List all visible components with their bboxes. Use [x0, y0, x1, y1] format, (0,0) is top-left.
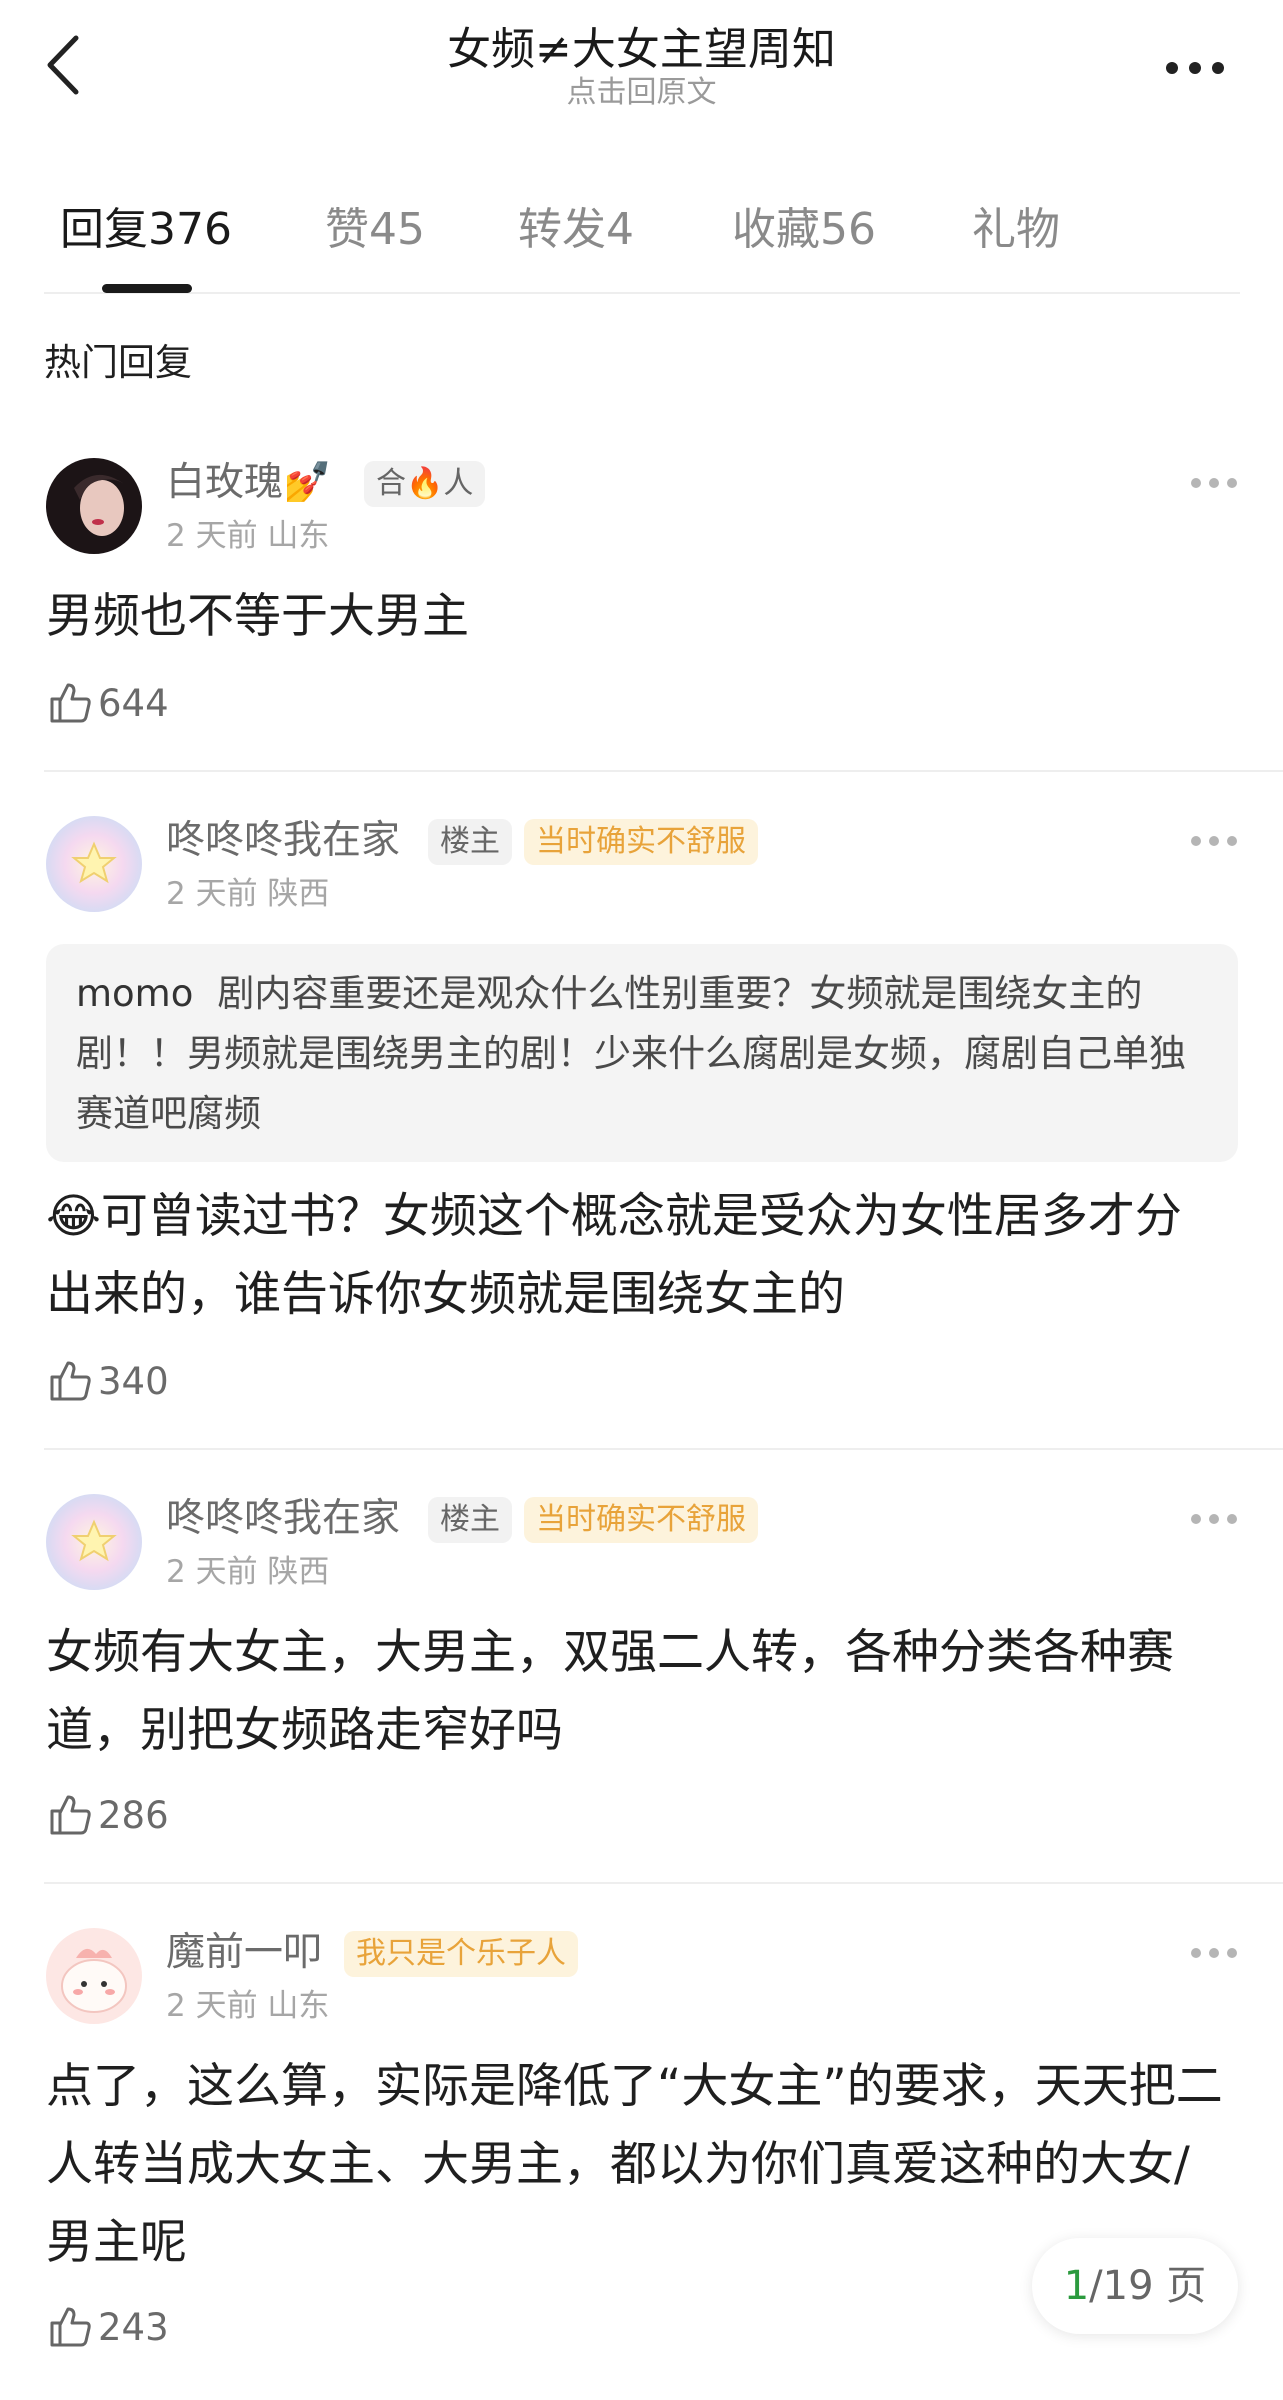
quoted-content: 剧内容重要还是观众什么性别重要？女频就是围绕女主的剧！！男频就是围绕男主的剧！少… [76, 972, 1186, 1135]
username[interactable]: 魔前一叩 [166, 1928, 322, 1978]
thumbs-up-icon [50, 1795, 91, 1835]
section-title: 热门回复 [44, 341, 192, 384]
tab-count: 376 [148, 204, 232, 255]
fan-badge: 当时确实不舒服 [524, 819, 758, 865]
like-count: 340 [98, 1359, 169, 1403]
comment-text: 点了，这么算，实际是降低了“大女主”的要求，天天把二人转当成大女主、大男主，都以… [46, 2059, 1223, 2270]
tab-count: 56 [820, 204, 876, 255]
like-button[interactable]: 340 [46, 1356, 169, 1406]
current-page: 1 [1063, 2263, 1090, 2309]
more-options-icon[interactable] [1186, 1504, 1242, 1534]
comment-meta: 2 天前 山东 [166, 518, 330, 554]
back-to-original-link[interactable]: 点击回原文 [0, 74, 1283, 112]
tab-reposts[interactable]: 转发4 [518, 200, 634, 260]
username[interactable]: 咚咚咚我在家 [166, 816, 400, 866]
avatar[interactable] [46, 1928, 142, 2024]
tab-label: 赞 [325, 204, 369, 255]
more-options-icon[interactable] [1186, 468, 1242, 498]
tab-count: 4 [606, 204, 634, 255]
thumbs-up-icon [50, 683, 91, 723]
quoted-username[interactable]: momo [76, 972, 193, 1015]
like-button[interactable]: 243 [46, 2302, 169, 2352]
thumbs-up-icon [50, 2307, 91, 2347]
avatar[interactable] [46, 458, 142, 554]
fan-badge: 我只是个乐子人 [344, 1931, 578, 1977]
tab-gifts[interactable]: 礼物 [972, 200, 1060, 260]
tab-count: 45 [369, 204, 425, 255]
author-badge: 楼主 [428, 1497, 512, 1543]
tab-label: 收藏 [732, 204, 820, 255]
tab-favorites[interactable]: 收藏56 [732, 200, 876, 260]
tab-label: 礼物 [972, 204, 1060, 255]
page-title: 女频≠大女主望周知 [447, 24, 836, 75]
more-options-icon[interactable] [1160, 48, 1230, 88]
fan-badge: 当时确实不舒服 [524, 1497, 758, 1543]
total-pages: /19 页 [1089, 2263, 1207, 2309]
tab-likes[interactable]: 赞45 [325, 200, 425, 260]
avatar[interactable] [46, 816, 142, 912]
like-count: 286 [98, 1793, 169, 1837]
quoted-reply-text: momo 剧内容重要还是观众什么性别重要？女频就是围绕女主的剧！！男频就是围绕男主… [76, 964, 1216, 1144]
author-badge: 楼主 [428, 819, 512, 865]
username[interactable]: 咚咚咚我在家 [166, 1494, 400, 1544]
tab-divider [44, 292, 1240, 294]
comment-meta: 2 天前 陕西 [166, 1554, 330, 1590]
tab-replies[interactable]: 回复376 [60, 200, 232, 260]
avatar[interactable] [46, 1494, 142, 1590]
fan-badge: 合🔥人 [364, 461, 486, 507]
more-options-icon[interactable] [1186, 826, 1242, 856]
like-button[interactable]: 286 [46, 1790, 169, 1840]
divider [44, 1882, 1283, 1884]
active-tab-indicator [102, 284, 192, 293]
comment-text: 女频有大女主，大男主，双强二人转，各种分类各种赛道，别把女频路走窄好吗 [46, 1625, 1174, 1758]
tab-label: 回复 [60, 204, 148, 255]
comment-meta: 2 天前 山东 [166, 1988, 330, 2024]
comment-meta: 2 天前 陕西 [166, 876, 330, 912]
username[interactable]: 白玫瑰💅 [166, 458, 332, 508]
tab-label: 转发 [518, 204, 606, 255]
like-count: 644 [98, 681, 169, 725]
more-options-icon[interactable] [1186, 1938, 1242, 1968]
like-count: 243 [98, 2305, 169, 2349]
like-button[interactable]: 644 [46, 678, 169, 728]
comment-text: 😂可曾读过书？女频这个概念就是受众为女性居多才分出来的，谁告诉你女频就是围绕女主… [46, 1189, 1182, 1322]
page-indicator[interactable]: 1/19 页 [1032, 2238, 1238, 2334]
divider [44, 770, 1283, 772]
divider [44, 1448, 1283, 1450]
thumbs-up-icon [50, 1361, 91, 1401]
comment-text: 男频也不等于大男主 [46, 589, 469, 644]
